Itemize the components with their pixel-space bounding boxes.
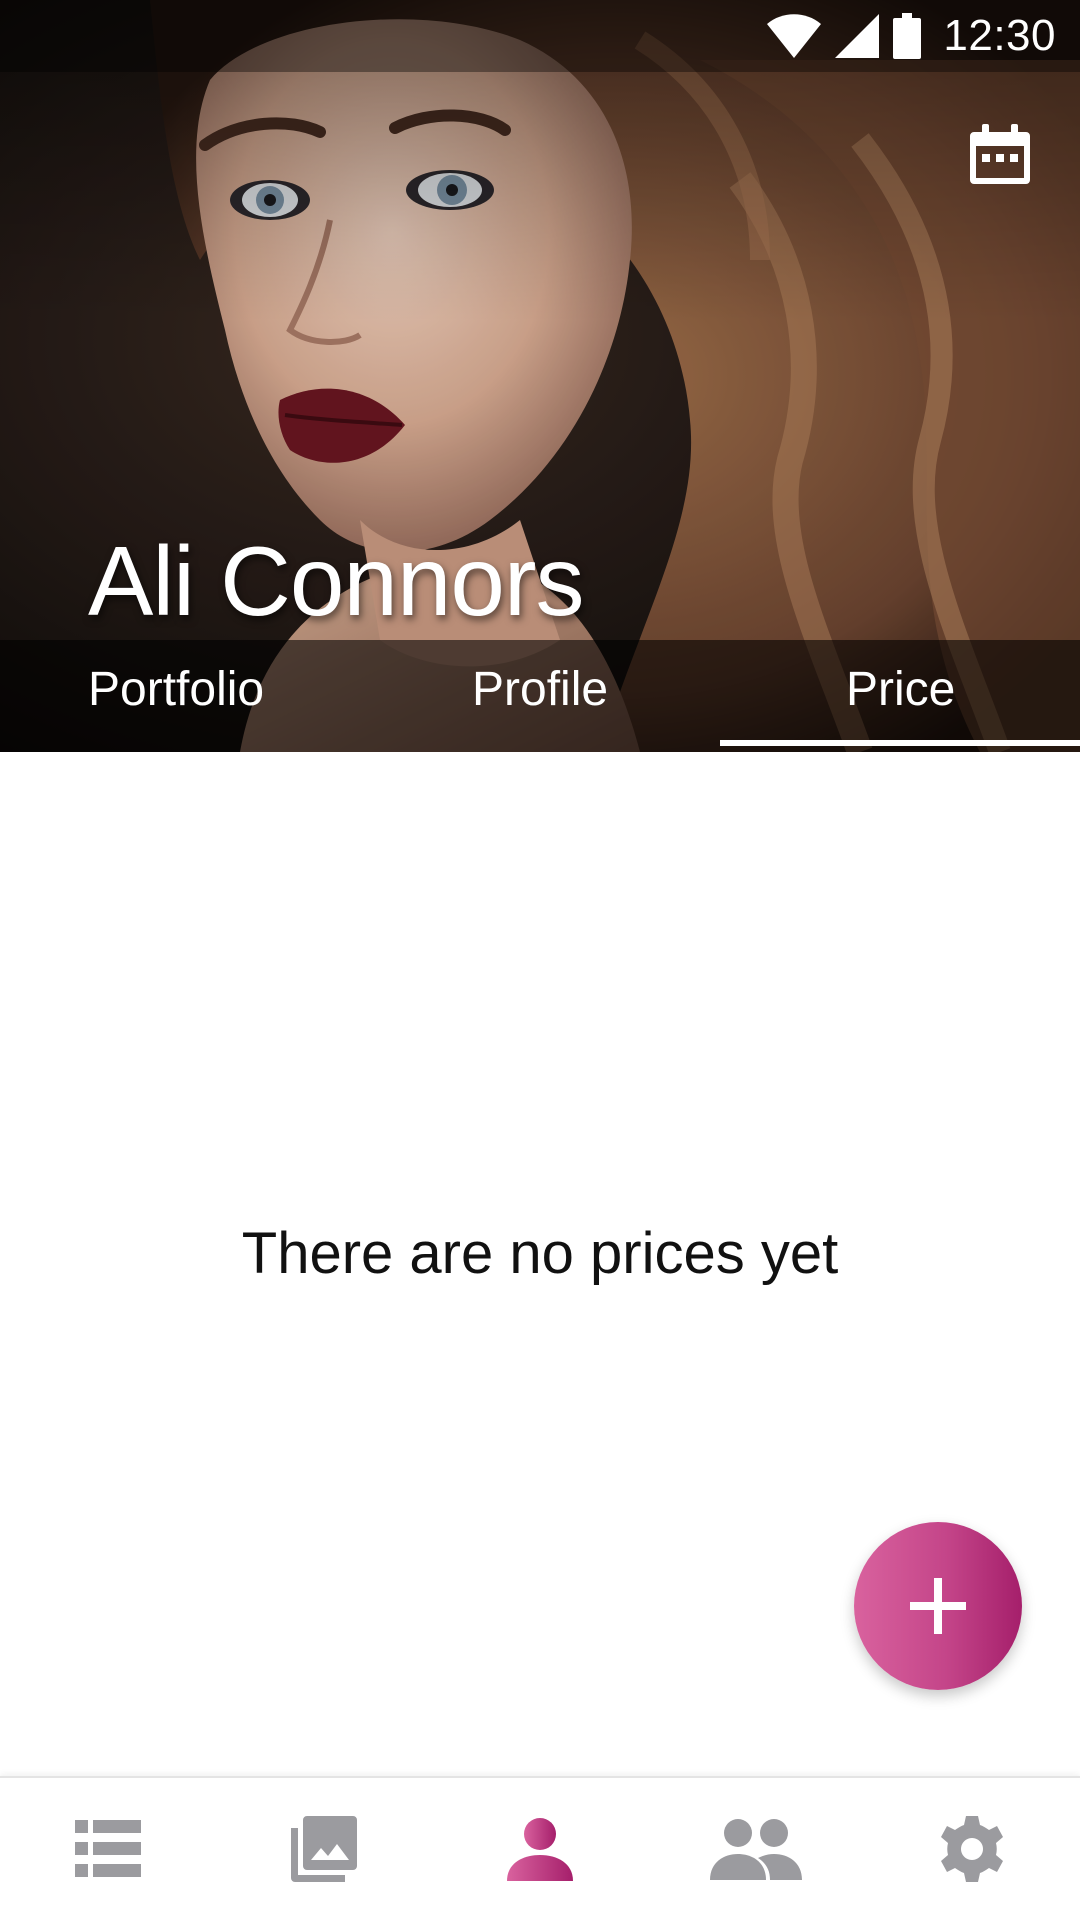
tab-bar: Portfolio Profile Price bbox=[0, 640, 1080, 752]
price-screen: 12:30 Ali Connors Portfolio Profile Pric… bbox=[0, 0, 1080, 1920]
nav-item-gallery[interactable] bbox=[216, 1778, 432, 1920]
tab-profile-label: Profile bbox=[472, 663, 609, 716]
nav-item-clients[interactable] bbox=[648, 1778, 864, 1920]
profile-header: 12:30 Ali Connors Portfolio Profile Pric… bbox=[0, 0, 1080, 752]
nav-item-profile[interactable] bbox=[432, 1778, 648, 1920]
tab-price[interactable]: Price bbox=[720, 640, 1080, 752]
tab-price-label: Price bbox=[846, 663, 956, 716]
bottom-navigation bbox=[0, 1776, 1080, 1920]
status-time: 12:30 bbox=[943, 11, 1056, 60]
people-icon bbox=[710, 1819, 802, 1880]
status-icons: 12:30 bbox=[767, 0, 1056, 72]
tab-portfolio-label: Portfolio bbox=[88, 663, 265, 716]
calendar-button[interactable] bbox=[968, 122, 1032, 186]
settings-icon bbox=[941, 1816, 1003, 1882]
nav-item-list[interactable] bbox=[0, 1778, 216, 1920]
wifi-icon bbox=[767, 14, 822, 58]
calendar-icon bbox=[970, 124, 1030, 184]
empty-state-message: There are no prices yet bbox=[241, 1221, 839, 1286]
add-price-button[interactable] bbox=[854, 1522, 1022, 1690]
cell-signal-icon bbox=[835, 14, 880, 58]
plus-icon bbox=[910, 1578, 966, 1634]
status-bar: 12:30 bbox=[0, 0, 1080, 72]
tab-portfolio[interactable]: Portfolio bbox=[0, 640, 360, 752]
photo-library-icon bbox=[291, 1816, 357, 1882]
selected-tab-indicator bbox=[720, 740, 1080, 746]
tab-profile[interactable]: Profile bbox=[360, 640, 720, 752]
toolbar-scrim bbox=[0, 72, 1080, 322]
profile-name: Ali Connors bbox=[88, 526, 585, 636]
nav-item-settings[interactable] bbox=[864, 1778, 1080, 1920]
list-icon bbox=[75, 1820, 141, 1877]
battery-icon bbox=[893, 13, 922, 59]
person-icon bbox=[507, 1818, 573, 1881]
